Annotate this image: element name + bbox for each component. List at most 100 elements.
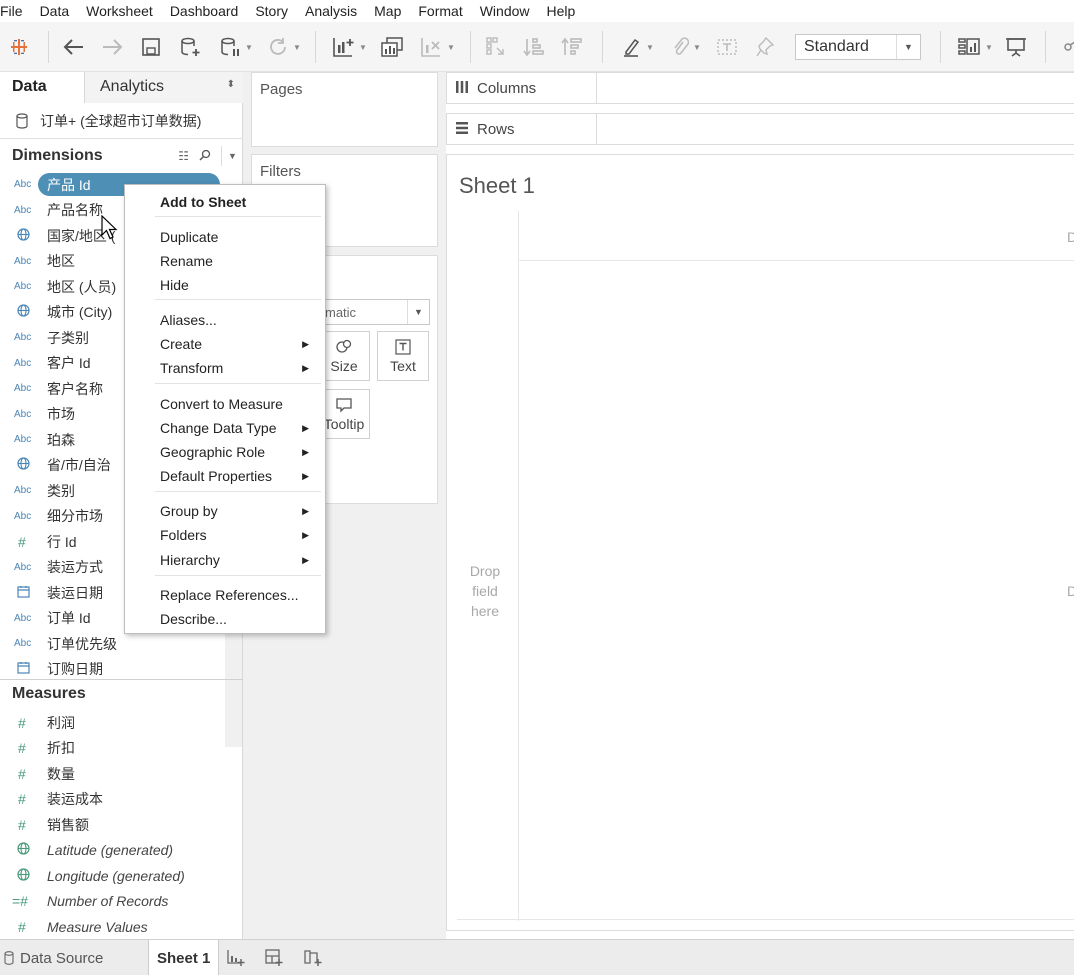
dimensions-menu-chevron-down-icon[interactable]: ▼: [221, 146, 243, 166]
menu-item-geographic-role[interactable]: Geographic Role: [160, 444, 265, 460]
menu-item-hierarchy[interactable]: Hierarchy: [160, 552, 220, 568]
menu-item-create[interactable]: Create: [160, 336, 202, 352]
menu-map[interactable]: Map: [374, 3, 401, 19]
tooltip-icon: [335, 396, 353, 414]
pages-card[interactable]: Pages: [251, 72, 438, 147]
tab-data[interactable]: Data: [0, 72, 84, 103]
field-label: 地区 (人员): [47, 278, 117, 295]
menu-item-describe[interactable]: Describe...: [160, 611, 227, 627]
submenu-arrow-icon: ▶: [302, 363, 309, 373]
back-arrow-icon[interactable]: [62, 34, 86, 60]
rows-icon: [455, 121, 469, 138]
menu-item-folders[interactable]: Folders: [160, 527, 207, 543]
menu-help[interactable]: Help: [547, 3, 576, 19]
pause-updates-icon[interactable]: ▼: [216, 34, 256, 60]
fix-axes-pin-icon[interactable]: [753, 34, 777, 60]
menu-item-group-by[interactable]: Group by: [160, 503, 218, 519]
tab-analytics[interactable]: Analytics ⬍: [84, 72, 243, 103]
menu-item-hide[interactable]: Hide: [160, 277, 189, 293]
view-as-list-icon[interactable]: ☷: [178, 149, 189, 163]
menu-item-replace-references[interactable]: Replace References...: [160, 587, 299, 603]
sheet-canvas[interactable]: Sheet 1 Drop field here D D: [446, 154, 1074, 931]
sort-descending-icon[interactable]: [560, 34, 584, 60]
new-datasource-icon[interactable]: [178, 34, 202, 60]
abc-string-icon: Abc: [14, 255, 32, 267]
menu-bar: File Data Worksheet Dashboard Story Anal…: [0, 0, 1074, 22]
share-icon[interactable]: [1058, 34, 1074, 60]
menu-item-transform[interactable]: Transform: [160, 360, 223, 376]
dimension-field[interactable]: Abc 订单优先级: [0, 631, 243, 656]
field-label: 订单优先级: [47, 635, 117, 652]
show-mark-labels-icon[interactable]: [715, 34, 739, 60]
field-label: 销售额: [47, 816, 89, 833]
forward-arrow-icon[interactable]: [100, 34, 124, 60]
new-worksheet-icon[interactable]: ▼: [326, 34, 372, 60]
measure-field[interactable]: Longitude (generated): [0, 863, 243, 888]
menu-item-aliases[interactable]: Aliases...: [160, 312, 217, 328]
clear-sheet-icon[interactable]: ▼: [414, 34, 460, 60]
sort-ascending-icon[interactable]: [522, 34, 546, 60]
tableau-logo-icon[interactable]: [8, 34, 30, 60]
calculated-number-icon: =#: [12, 893, 28, 909]
menu-window[interactable]: Window: [480, 3, 530, 19]
show-cards-icon[interactable]: ▼: [952, 34, 998, 60]
tab-sheet-1[interactable]: Sheet 1: [148, 940, 220, 975]
menu-item-rename[interactable]: Rename: [160, 253, 213, 269]
menu-item-add-to-sheet[interactable]: Add to Sheet: [160, 194, 246, 210]
highlight-pen-icon[interactable]: ▼: [618, 34, 658, 60]
refresh-icon[interactable]: ▼: [262, 34, 306, 60]
submenu-arrow-icon: ▶: [302, 447, 309, 457]
menu-story[interactable]: Story: [255, 3, 288, 19]
rows-shelf[interactable]: Rows: [446, 113, 1074, 145]
new-worksheet-tab-icon[interactable]: [226, 948, 246, 968]
new-dashboard-tab-icon[interactable]: [264, 948, 284, 968]
mark-type-select[interactable]: matic ▼: [320, 299, 430, 325]
field-label: 子类别: [47, 329, 89, 346]
menu-item-convert-to-measure[interactable]: Convert to Measure: [160, 396, 283, 412]
menu-item-default-properties[interactable]: Default Properties: [160, 468, 272, 484]
measure-field[interactable]: =# Number of Records: [0, 889, 243, 914]
group-members-paperclip-icon[interactable]: ▼: [666, 34, 706, 60]
measure-field[interactable]: # 销售额: [0, 812, 243, 837]
menu-separator: [155, 216, 321, 217]
field-label: 细分市场: [47, 508, 103, 524]
field-label: 市场: [47, 406, 75, 422]
measure-field[interactable]: # 数量: [0, 761, 243, 786]
menu-item-change-data-type[interactable]: Change Data Type: [160, 420, 277, 436]
sheet-title[interactable]: Sheet 1: [459, 173, 535, 199]
menu-file[interactable]: File: [0, 3, 23, 19]
measure-field[interactable]: # Measure Values: [0, 914, 243, 939]
measure-field[interactable]: Latitude (generated): [0, 838, 243, 863]
save-icon[interactable]: [140, 34, 162, 60]
number-icon: #: [18, 533, 26, 550]
menu-data[interactable]: Data: [40, 3, 70, 19]
measure-field[interactable]: # 装运成本: [0, 787, 243, 812]
abc-string-icon: Abc: [14, 383, 32, 394]
columns-shelf[interactable]: Columns: [446, 72, 1074, 104]
menu-item-duplicate[interactable]: Duplicate: [160, 229, 218, 245]
menu-format[interactable]: Format: [418, 3, 462, 19]
measure-field[interactable]: # 折扣: [0, 736, 243, 761]
columns-label: Columns: [477, 79, 537, 97]
duplicate-sheet-icon[interactable]: [379, 34, 405, 60]
columns-shelf-label: Columns: [447, 73, 597, 103]
rows-drop-zone[interactable]: Drop field here: [459, 561, 511, 621]
search-icon[interactable]: [199, 149, 211, 164]
measure-field[interactable]: # 利润: [0, 710, 243, 735]
field-label: 折扣: [47, 740, 75, 756]
new-story-tab-icon[interactable]: [303, 948, 323, 968]
datasource-item[interactable]: 订单+ (全球超市订单数据): [0, 103, 243, 139]
menu-dashboard[interactable]: Dashboard: [170, 3, 239, 19]
swap-rows-columns-icon[interactable]: [484, 34, 508, 60]
number-icon: #: [18, 714, 26, 731]
menu-analysis[interactable]: Analysis: [305, 3, 357, 19]
menu-worksheet[interactable]: Worksheet: [86, 3, 153, 19]
text-button[interactable]: Text: [377, 331, 429, 381]
dimension-field[interactable]: 订购日期: [0, 657, 243, 682]
presentation-mode-icon[interactable]: [1004, 34, 1028, 60]
measures-header: Measures: [0, 680, 243, 708]
tab-data-source[interactable]: Data Source: [0, 940, 103, 975]
toolbar-divider: [315, 31, 316, 63]
sheet-tabs-bar: Data Source Sheet 1: [0, 939, 1074, 975]
view-mode-select[interactable]: Standard ▼: [795, 34, 921, 60]
